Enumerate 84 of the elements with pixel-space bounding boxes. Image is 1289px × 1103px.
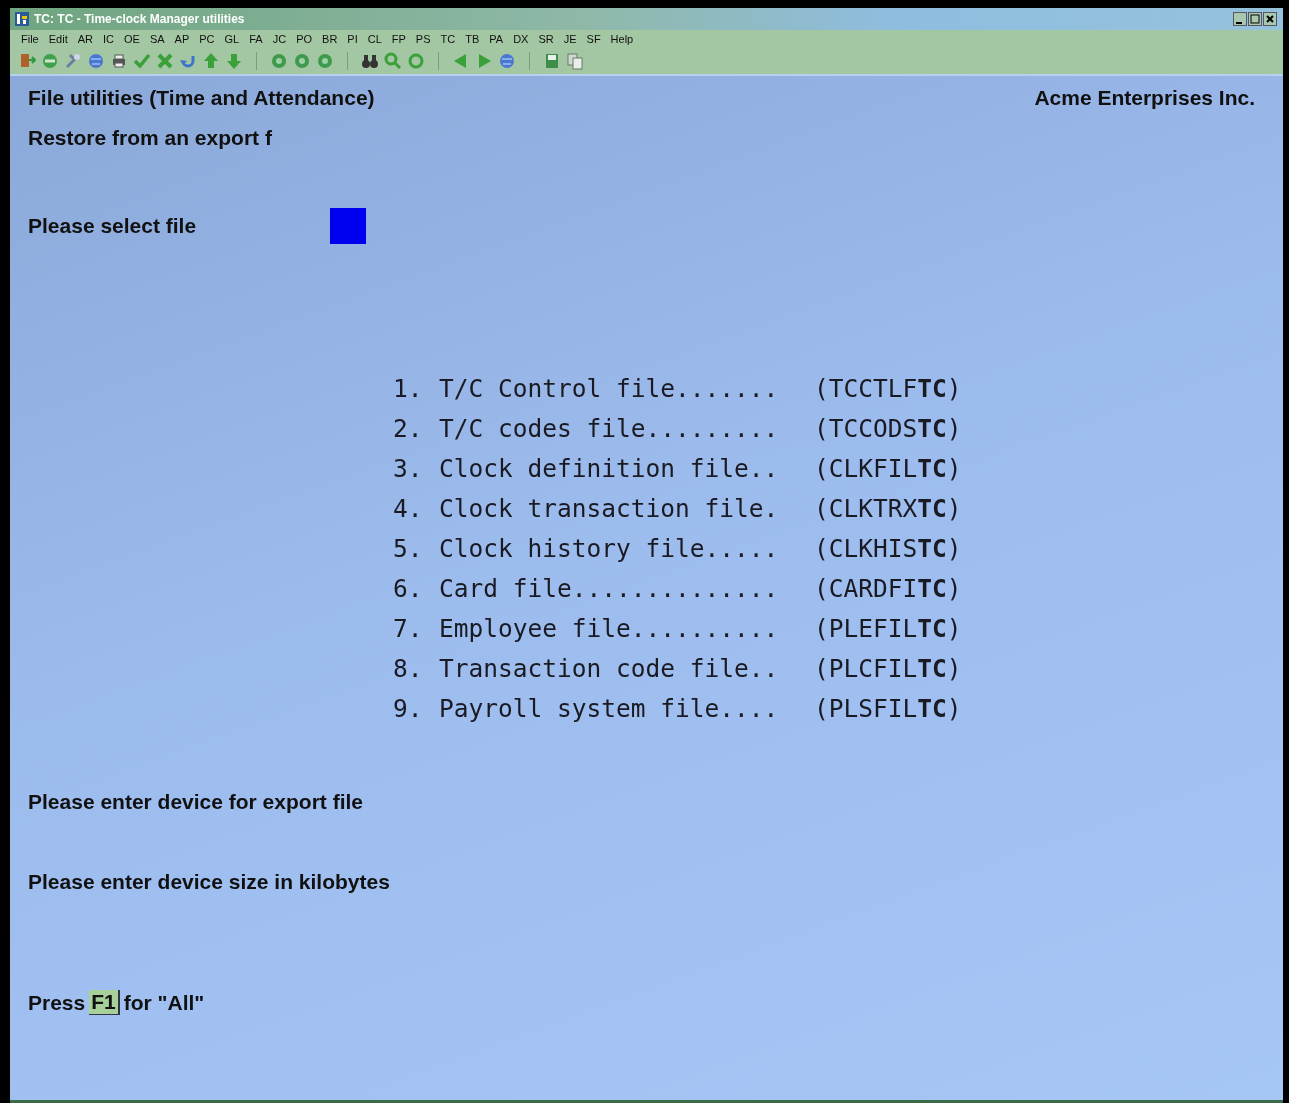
option-label: Payroll system file....	[439, 693, 780, 723]
file-code: (TCCODSTC)	[814, 413, 962, 443]
field-label: Please select file	[28, 214, 198, 238]
option-number: 4.	[393, 493, 424, 523]
option-label: Employee file..........	[439, 613, 780, 643]
menu-item[interactable]: OE	[119, 33, 145, 45]
option-number: 1.	[393, 373, 424, 403]
menu-item[interactable]: DX	[508, 33, 534, 45]
circle-icon[interactable]	[270, 52, 288, 70]
check-icon[interactable]	[133, 52, 151, 70]
option-label: Transaction code file..	[439, 653, 780, 683]
close-icon[interactable]	[1263, 12, 1277, 26]
maximize-icon[interactable]	[1248, 12, 1262, 26]
circle-icon[interactable]	[293, 52, 311, 70]
door-icon[interactable]	[18, 52, 36, 70]
menu-item[interactable]: TB	[460, 33, 485, 45]
option-number: 5.	[393, 533, 424, 563]
file-code: (TCCTLFTC)	[814, 373, 962, 403]
magnifier-icon[interactable]	[384, 52, 402, 70]
option-number: 9.	[393, 693, 424, 723]
function-key[interactable]: F1	[89, 990, 120, 1015]
app-icon	[14, 11, 30, 27]
copy-icon[interactable]	[566, 52, 584, 70]
menu-item[interactable]: SF	[581, 33, 606, 45]
hint-text: for "All"	[123, 990, 205, 1015]
menu-item[interactable]: AR	[72, 33, 98, 45]
file-code: (CLKTRXTC)	[814, 493, 962, 523]
screen-heading: File utilities (Time and Attendance)	[28, 86, 375, 111]
menu-item[interactable]: SA	[144, 33, 170, 45]
option-number: 8.	[393, 653, 424, 683]
menu-item[interactable]: PS	[410, 33, 436, 45]
circle-icon[interactable]	[316, 52, 334, 70]
option-label: Clock definition file..	[439, 453, 780, 483]
down-arrow-icon[interactable]	[225, 52, 243, 70]
file-code: (CARDFITC)	[814, 573, 962, 603]
menu-item[interactable]: FA	[244, 33, 268, 45]
menu-item[interactable]: File	[16, 33, 44, 45]
option-label: T/C codes file.........	[439, 413, 780, 443]
menu-item[interactable]: PO	[291, 33, 318, 45]
binoculars-icon[interactable]	[361, 52, 379, 70]
hint-text: Press	[28, 990, 86, 1015]
file-code: (PLSFILTC)	[814, 693, 962, 723]
menu-item[interactable]: CL	[362, 33, 387, 45]
menu-item[interactable]: Help	[605, 33, 639, 45]
file-code: (PLEFILTC)	[814, 613, 962, 643]
menu-item[interactable]: PI	[342, 33, 363, 45]
field-label: Please enter device for export file	[28, 790, 364, 815]
menu-item[interactable]: IC	[98, 33, 119, 45]
menu-item[interactable]: JC	[267, 33, 292, 45]
menu-item[interactable]: Edit	[43, 33, 73, 45]
field-label: Please enter device size in kilobytes	[28, 870, 391, 895]
save-icon[interactable]	[543, 52, 561, 70]
menu-item[interactable]: GL	[219, 33, 245, 45]
minimize-icon[interactable]	[1233, 12, 1247, 26]
cross-icon[interactable]	[156, 52, 174, 70]
screen-subheading: Restore from an export f	[28, 126, 273, 151]
option-label: Clock transaction file.	[439, 493, 780, 523]
tools-icon[interactable]	[64, 52, 82, 70]
option-number: 3.	[393, 453, 424, 483]
no-entry-icon[interactable]	[41, 52, 59, 70]
file-code: (CLKFILTC)	[814, 453, 962, 483]
option-number: 7.	[393, 613, 424, 643]
globe-icon[interactable]	[87, 52, 105, 70]
input-field[interactable]	[330, 208, 366, 244]
menu-item[interactable]: FP	[386, 33, 411, 45]
company-name: Acme Enterprises Inc.	[1034, 86, 1255, 111]
option-label: Clock history file.....	[439, 533, 780, 563]
up-arrow-icon[interactable]	[202, 52, 220, 70]
option-number: 6.	[393, 573, 424, 603]
menu-item[interactable]: AP	[169, 33, 195, 45]
option-number: 2.	[393, 413, 424, 443]
menu-item[interactable]: TC	[435, 33, 461, 45]
printer-icon[interactable]	[110, 52, 128, 70]
window-title: TC: TC - Time-clock Manager utilities	[34, 12, 246, 26]
menu-item[interactable]: JE	[558, 33, 582, 45]
menu-item[interactable]: BR	[317, 33, 343, 45]
file-code: (CLKHISTC)	[814, 533, 962, 563]
option-label: Card file..............	[439, 573, 780, 603]
menu-item[interactable]: PA	[484, 33, 509, 45]
menu-item[interactable]: PC	[194, 33, 220, 45]
option-label: T/C Control file.......	[439, 373, 780, 403]
file-code: (PLCFILTC)	[814, 653, 962, 683]
menu-item[interactable]: SR	[533, 33, 559, 45]
globe-icon[interactable]	[498, 52, 516, 70]
